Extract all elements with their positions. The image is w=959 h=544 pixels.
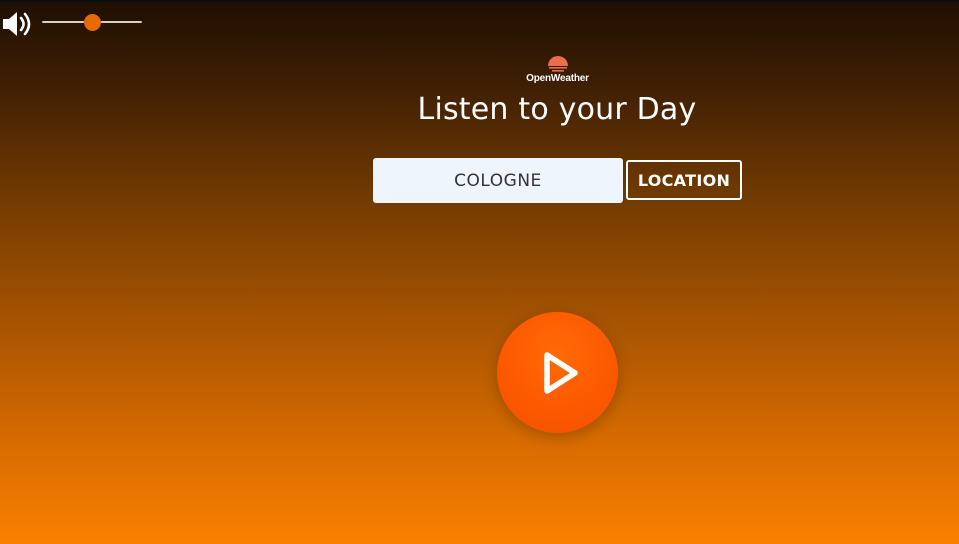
sun-logo-icon <box>547 56 568 72</box>
top-border <box>0 0 959 2</box>
openweather-logo: OpenWeather <box>520 53 595 87</box>
page-title: Listen to your Day <box>417 92 697 127</box>
play-icon <box>543 351 578 394</box>
page: { "volume": { "icon": "speaker-icon", "l… <box>0 0 959 544</box>
city-input[interactable] <box>373 158 623 203</box>
logo-text: OpenWeather <box>526 73 589 84</box>
location-button[interactable]: LOCATION <box>626 160 742 200</box>
speaker-icon[interactable] <box>1 8 37 40</box>
volume-slider-thumb[interactable] <box>84 14 101 31</box>
play-button[interactable] <box>497 312 618 433</box>
volume-slider[interactable] <box>42 12 142 32</box>
